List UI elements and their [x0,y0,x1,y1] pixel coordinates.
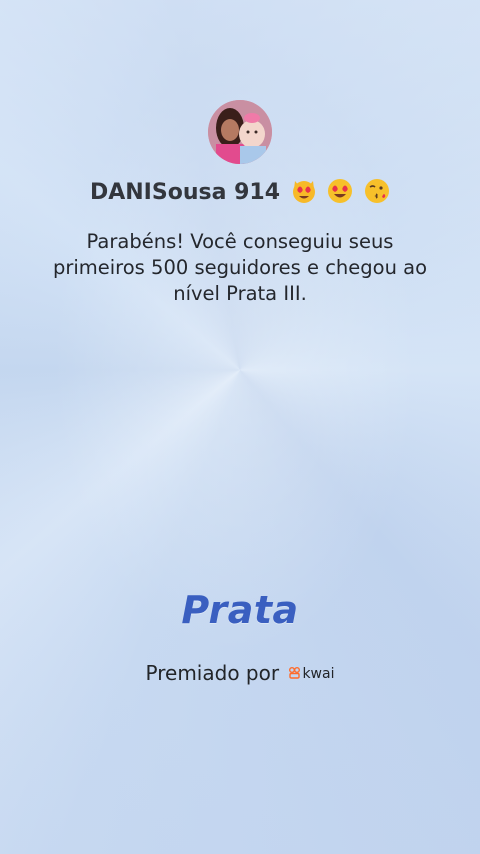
awarded-by-label: Premiado por [145,661,280,685]
level-title: Prata [181,588,299,632]
kwai-brand-label: kwai [302,666,335,682]
username-row: DANISousa 914 [0,178,480,205]
congratulations-message: Parabéns! Você conseguiu seus primeiros … [52,230,428,305]
heart-eyes-emoji [328,179,353,203]
avatar [208,100,272,164]
kwai-brand: kwai [289,666,334,682]
awarded-by-row: Premiado por kwai [0,661,480,685]
kwai-logo-icon [289,667,301,679]
username: DANISousa 914 [89,180,280,205]
kissing-face-emoji [365,179,390,203]
heart-eyes-cat-emoji [292,181,315,203]
